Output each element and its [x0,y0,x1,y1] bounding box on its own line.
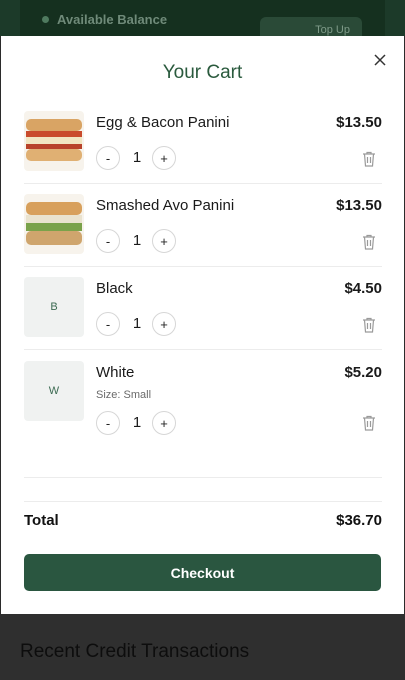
item-placeholder-thumbnail: W [24,361,84,421]
item-size: Size: Small [96,389,152,401]
balance-label-text: Available Balance [57,12,168,27]
summary-divider [24,477,382,478]
item-thumbnail [24,194,84,254]
item-name: White [96,364,135,381]
item-placeholder-thumbnail: B [24,277,84,337]
cart-item: B Black $4.50 - 1 + [24,277,382,349]
balance-label: Available Balance [42,12,167,27]
decrease-qty-button[interactable]: - [96,312,120,336]
item-thumbnail [24,111,84,171]
top-up-label: Top Up [315,24,350,36]
increase-qty-button[interactable]: + [152,229,176,253]
item-name: Egg & Bacon Panini [96,114,230,131]
decrease-qty-button[interactable]: - [96,229,120,253]
item-quantity: 1 [132,315,142,332]
close-icon[interactable] [372,52,388,68]
cart-item: Egg & Bacon Panini $13.50 - 1 + [24,111,382,183]
item-price: $13.50 [336,114,382,131]
increase-qty-button[interactable]: + [152,146,176,170]
decrease-qty-button[interactable]: - [96,146,120,170]
balance-dot-icon [42,16,49,23]
cart-modal: Your Cart Egg & Bacon Panini $13.50 - 1 … [1,36,404,614]
item-quantity: 1 [132,232,142,249]
increase-qty-button[interactable]: + [152,411,176,435]
trash-icon[interactable] [362,234,376,250]
total-label: Total [24,512,59,529]
item-quantity: 1 [132,414,142,431]
checkout-button[interactable]: Checkout [24,554,381,591]
item-price: $13.50 [336,197,382,214]
decrease-qty-button[interactable]: - [96,411,120,435]
trash-icon[interactable] [362,317,376,333]
item-name: Smashed Avo Panini [96,197,235,214]
item-name: Black [96,280,133,297]
trash-icon[interactable] [362,415,376,431]
cart-item: W White Size: Small $5.20 - 1 + [24,361,382,451]
increase-qty-button[interactable]: + [152,312,176,336]
item-divider [24,183,382,184]
item-quantity: 1 [132,149,142,166]
cart-item: Smashed Avo Panini $13.50 - 1 + [24,194,382,266]
item-divider [24,349,382,350]
total-row: Total $36.70 [24,512,382,529]
summary-divider [24,501,382,502]
item-price: $4.50 [344,280,382,297]
cart-title: Your Cart [162,62,243,83]
item-divider [24,266,382,267]
item-price: $5.20 [344,364,382,381]
trash-icon[interactable] [362,151,376,167]
total-value: $36.70 [336,512,382,529]
recent-transactions-title: Recent Credit Transactions [20,641,250,662]
